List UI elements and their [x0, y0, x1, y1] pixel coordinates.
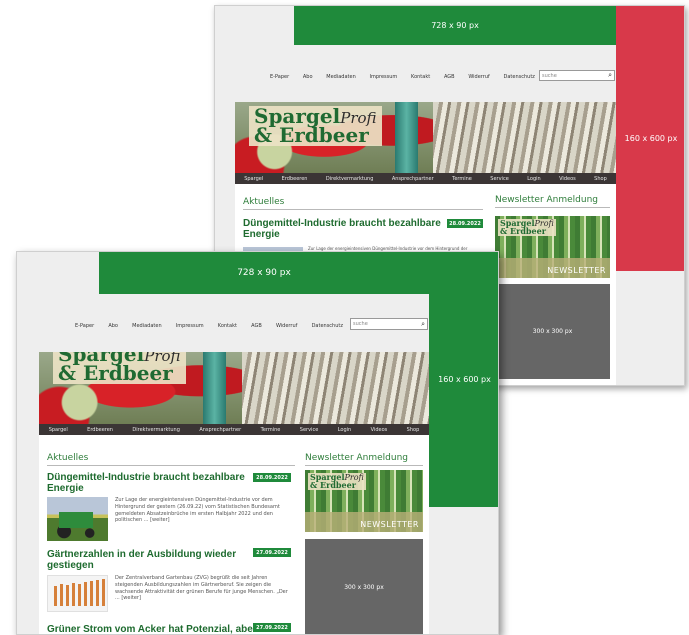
- menu-service[interactable]: Service: [300, 427, 318, 433]
- menu-videos[interactable]: Videos: [371, 427, 388, 433]
- magnifier-icon[interactable]: ⌕: [421, 320, 425, 329]
- nav-item-abo[interactable]: Abo: [303, 74, 313, 80]
- nav-item-agb[interactable]: AGB: [251, 323, 262, 329]
- menu-ansprechpartner[interactable]: Ansprechpartner: [392, 176, 434, 182]
- nav-item-widerruf[interactable]: Widerruf: [276, 323, 297, 329]
- asparagus-image: [433, 102, 616, 173]
- leaderboard-ad-label: 728 x 90 px: [237, 268, 291, 278]
- menu-direktvermarktung[interactable]: Direktvermarktung: [326, 176, 373, 182]
- magnifier-icon[interactable]: ⌕: [608, 71, 612, 80]
- search-input[interactable]: suche ⌕: [539, 70, 615, 81]
- section-title-newsletter: Newsletter Anmeldung: [305, 453, 423, 466]
- nav-item-mediadaten[interactable]: Mediadaten: [326, 74, 355, 80]
- header-banner: SpargelProfi & Erdbeer: [39, 352, 429, 424]
- top-nav: E-Paper Abo Mediadaten Impressum Kontakt…: [75, 320, 343, 332]
- site-logo[interactable]: SpargelProfi & Erdbeer: [249, 106, 382, 146]
- section-title-aktuelles: Aktuelles: [243, 197, 483, 210]
- menu-termine[interactable]: Termine: [261, 427, 281, 433]
- menu-direktvermarktung[interactable]: Direktvermarktung: [132, 427, 179, 433]
- nav-item-datenschutz[interactable]: Datenschutz: [504, 74, 535, 80]
- menu-termine[interactable]: Termine: [452, 176, 472, 182]
- menu-service[interactable]: Service: [490, 176, 508, 182]
- rectangle-ad-label: 300 x 300 px: [344, 584, 384, 591]
- skyscraper-ad[interactable]: 160 x 600 px: [616, 6, 684, 271]
- newsletter-image[interactable]: SpargelProfi & Erdbeer NEWSLETTER: [305, 470, 423, 532]
- menu-erdbeeren[interactable]: Erdbeeren: [282, 176, 308, 182]
- menu-spargel[interactable]: Spargel: [49, 427, 68, 433]
- nav-item-mediadaten[interactable]: Mediadaten: [132, 323, 161, 329]
- front-screenshot: 728 x 90 px 160 x 600 px E-Paper Abo Med…: [16, 251, 499, 635]
- article-title[interactable]: Gärtnerzahlen in der Ausbildung wieder g…: [47, 549, 247, 571]
- newsletter-logo: SpargelProfi & Erdbeer: [498, 218, 556, 237]
- search-placeholder: suche: [353, 321, 368, 327]
- pole-image: [395, 102, 418, 173]
- nav-item-datenschutz[interactable]: Datenschutz: [312, 323, 343, 329]
- menu-shop[interactable]: Shop: [407, 427, 420, 433]
- article-thumbnail[interactable]: [47, 497, 108, 541]
- date-badge: 28.09.2022: [253, 473, 291, 482]
- header-banner: SpargelProfi & Erdbeer: [235, 102, 616, 173]
- nav-item-epaper[interactable]: E-Paper: [270, 74, 289, 80]
- search-input[interactable]: suche ⌕: [350, 318, 428, 330]
- main-menu: Spargel Erdbeeren Direktvermarktung Ansp…: [39, 424, 429, 435]
- asparagus-image: [241, 352, 429, 424]
- leaderboard-ad-label: 728 x 90 px: [431, 21, 479, 30]
- nav-item-kontakt[interactable]: Kontakt: [218, 323, 237, 329]
- menu-login[interactable]: Login: [527, 176, 541, 182]
- article-thumbnail[interactable]: [47, 575, 108, 612]
- main-menu: Spargel Erdbeeren Direktvermarktung Ansp…: [235, 173, 616, 184]
- nav-item-kontakt[interactable]: Kontakt: [411, 74, 430, 80]
- menu-spargel[interactable]: Spargel: [244, 176, 263, 182]
- date-badge: 28.09.2022: [447, 219, 483, 228]
- skyscraper-ad-label: 160 x 600 px: [438, 375, 491, 384]
- nav-item-impressum[interactable]: Impressum: [370, 74, 398, 80]
- date-badge: 27.09.2022: [253, 623, 291, 632]
- section-title-aktuelles: Aktuelles: [47, 453, 295, 466]
- nav-item-agb[interactable]: AGB: [444, 74, 455, 80]
- newsletter-label: NEWSLETTER: [360, 520, 419, 529]
- leaderboard-ad[interactable]: 728 x 90 px: [294, 6, 616, 45]
- menu-shop[interactable]: Shop: [594, 176, 607, 182]
- skyscraper-ad[interactable]: 160 x 600 px: [429, 252, 498, 507]
- newsletter-image[interactable]: SpargelProfi & Erdbeer NEWSLETTER: [495, 216, 610, 278]
- menu-login[interactable]: Login: [338, 427, 352, 433]
- pole-image: [202, 352, 227, 424]
- rectangle-ad[interactable]: 300 x 300 px: [495, 284, 610, 379]
- content-area: Aktuelles Düngemittel-Industrie braucht …: [39, 435, 429, 634]
- newsletter-label: NEWSLETTER: [547, 266, 606, 275]
- article-teaser: Der Zentralverband Gartenbau (ZVG) begrü…: [115, 575, 288, 602]
- rectangle-ad[interactable]: 300 x 300 px: [305, 539, 423, 634]
- menu-ansprechpartner[interactable]: Ansprechpartner: [199, 427, 241, 433]
- skyscraper-ad-label: 160 x 600 px: [624, 134, 678, 143]
- newsletter-logo: SpargelProfi & Erdbeer: [308, 472, 366, 491]
- article-teaser: Zur Lage der energieintensiven Düngemitt…: [115, 497, 280, 524]
- nav-item-epaper[interactable]: E-Paper: [75, 323, 94, 329]
- nav-item-impressum[interactable]: Impressum: [176, 323, 204, 329]
- menu-videos[interactable]: Videos: [559, 176, 576, 182]
- search-placeholder: suche: [542, 72, 557, 79]
- article-title[interactable]: Düngemittel-Industrie braucht bezahlbare…: [243, 218, 443, 240]
- nav-item-abo[interactable]: Abo: [108, 323, 118, 329]
- site-logo[interactable]: SpargelProfi & Erdbeer: [53, 352, 186, 384]
- nav-item-widerruf[interactable]: Widerruf: [468, 74, 489, 80]
- rectangle-ad-label: 300 x 300 px: [532, 328, 573, 335]
- leaderboard-ad[interactable]: 728 x 90 px: [99, 252, 429, 294]
- menu-erdbeeren[interactable]: Erdbeeren: [87, 427, 113, 433]
- date-badge: 27.09.2022: [253, 548, 291, 557]
- article-title[interactable]: Grüner Strom vom Acker hat Potenzial, ab…: [47, 624, 257, 634]
- article-title[interactable]: Düngemittel-Industrie braucht bezahlbare…: [47, 472, 247, 494]
- section-title-newsletter: Newsletter Anmeldung: [495, 195, 610, 208]
- top-nav: E-Paper Abo Mediadaten Impressum Kontakt…: [270, 71, 535, 83]
